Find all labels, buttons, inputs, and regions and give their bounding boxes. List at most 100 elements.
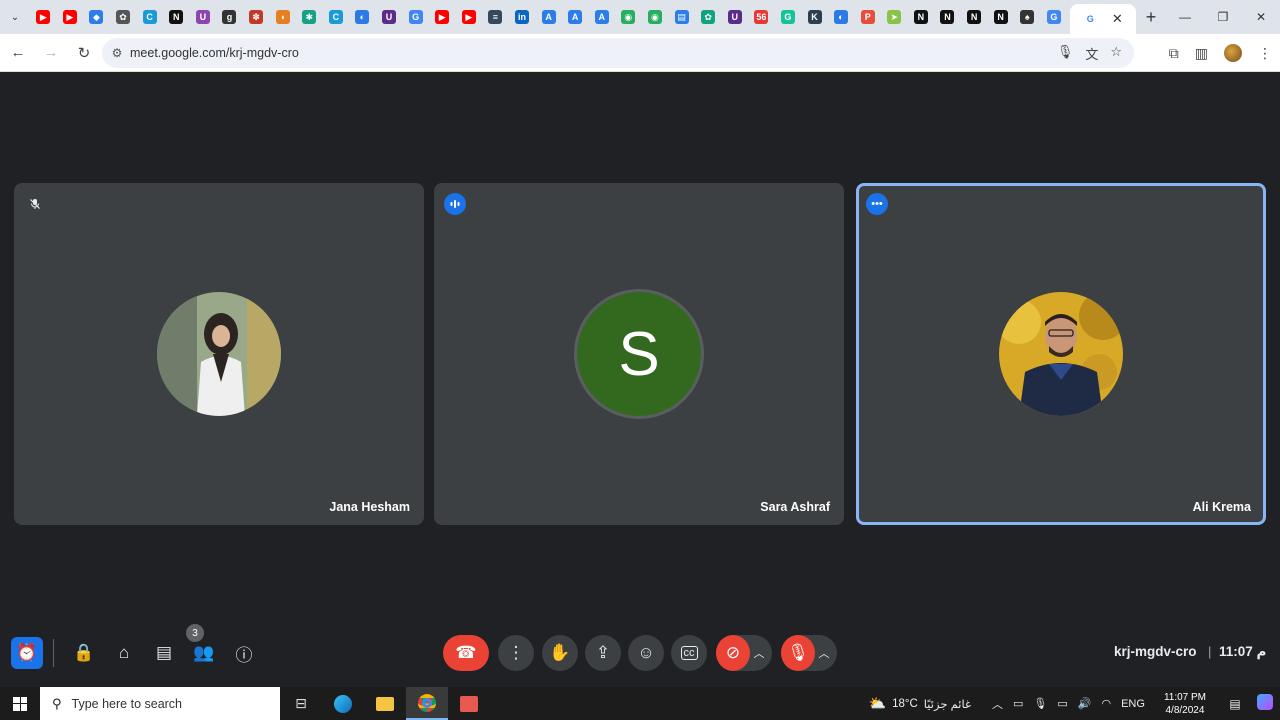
- tab-item[interactable]: U: [190, 0, 217, 34]
- chatgpt-icon: ✿: [116, 10, 131, 24]
- notifications-icon[interactable]: ▤: [1220, 697, 1250, 711]
- tab-item[interactable]: P: [854, 0, 881, 34]
- tab-item[interactable]: C: [136, 0, 163, 34]
- device-icon[interactable]: ▭: [1008, 697, 1028, 710]
- end-call-button[interactable]: ☎: [443, 635, 489, 671]
- translate-icon[interactable]: 文: [1085, 44, 1098, 63]
- file-explorer-icon[interactable]: [364, 687, 406, 720]
- new-tab-button[interactable]: +: [1136, 7, 1166, 28]
- alarm-clock-icon[interactable]: ⏰: [11, 637, 43, 669]
- tab-item[interactable]: ◆: [83, 0, 110, 34]
- mic-toggle-button[interactable]: 🎙: [781, 635, 815, 671]
- tab-item[interactable]: ✽: [243, 0, 270, 34]
- tab-item[interactable]: ◐: [828, 0, 855, 34]
- tab-item[interactable]: N: [987, 0, 1014, 34]
- chrome-icon[interactable]: [406, 687, 448, 720]
- side-panel-icon[interactable]: ▥: [1195, 45, 1208, 62]
- participant-tile-2[interactable]: S Sara Ashraf: [434, 183, 844, 525]
- tab-item[interactable]: A: [562, 0, 589, 34]
- tab-search-button[interactable]: ⌄: [0, 0, 30, 34]
- chevron-up-icon[interactable]: ︿: [987, 696, 1008, 712]
- reactions-button[interactable]: ☺: [628, 635, 664, 671]
- edge-icon[interactable]: [322, 687, 364, 720]
- tab-item[interactable]: ◉: [642, 0, 669, 34]
- minimize-icon[interactable]: —: [1166, 0, 1204, 34]
- present-screen-button[interactable]: ⇪: [585, 635, 621, 671]
- tab-item[interactable]: ➤: [881, 0, 908, 34]
- back-arrow-icon[interactable]: ←: [3, 38, 33, 68]
- address-bar[interactable]: ⚙ meet.google.com/krj-mgdv-cro 🎙 文 ☆: [102, 38, 1134, 68]
- menu-dots-icon[interactable]: ⋮: [1258, 45, 1272, 62]
- forward-arrow-icon[interactable]: →: [36, 38, 66, 68]
- camera-toggle-button[interactable]: ⊘: [716, 635, 750, 671]
- site-info-icon[interactable]: ⚙: [104, 46, 130, 60]
- tab-list: ▶ ▶ ◆ ✿ C N Ug ✽ ◖ ✱ C ◐ U G ▶ ▶ ≡ in A A A ◉ ◉ ▤ ✿ U 56 G K ◐ P ➤ N N N N ♠…: [30, 0, 1070, 34]
- tab-item[interactable]: ✿: [110, 0, 137, 34]
- wifi-icon[interactable]: ◠: [1096, 697, 1116, 710]
- info-icon[interactable]: ⓘ: [229, 635, 259, 671]
- tab-item[interactable]: A: [588, 0, 615, 34]
- tab-item[interactable]: ♠: [1014, 0, 1041, 34]
- tab-item[interactable]: ▤: [668, 0, 695, 34]
- close-icon[interactable]: ✕: [1112, 11, 1123, 27]
- tab-item[interactable]: A: [535, 0, 562, 34]
- tab-item[interactable]: ◉: [615, 0, 642, 34]
- tab-item[interactable]: N: [163, 0, 190, 34]
- tab-item[interactable]: C: [323, 0, 350, 34]
- tab-item[interactable]: ◖: [269, 0, 296, 34]
- app-icon[interactable]: [448, 687, 490, 720]
- tab-item[interactable]: N: [908, 0, 935, 34]
- tab-item[interactable]: K: [801, 0, 828, 34]
- task-view-icon[interactable]: ⊟: [280, 687, 322, 720]
- host-controls-icon[interactable]: 🔒: [69, 635, 99, 671]
- battery-icon[interactable]: ▭: [1052, 697, 1072, 710]
- tab-item[interactable]: N: [934, 0, 961, 34]
- microphone-icon[interactable]: 🎙: [1028, 697, 1052, 710]
- tab-item[interactable]: 56: [748, 0, 775, 34]
- restore-icon[interactable]: ❐: [1204, 0, 1242, 34]
- profile-avatar[interactable]: [1224, 44, 1242, 62]
- activities-icon[interactable]: ⌂: [109, 635, 139, 671]
- tab-item[interactable]: U: [376, 0, 403, 34]
- tab-item[interactable]: ▶: [429, 0, 456, 34]
- tab-item[interactable]: ✱: [296, 0, 323, 34]
- extensions-icon[interactable]: ⧉: [1169, 45, 1179, 62]
- tab-active-meet[interactable]: G ✕: [1070, 4, 1136, 34]
- site-flower-icon: ✽: [249, 10, 264, 24]
- tab-item[interactable]: G: [775, 0, 802, 34]
- tab-item[interactable]: N: [961, 0, 988, 34]
- tab-item[interactable]: g: [216, 0, 243, 34]
- tab-item[interactable]: ▶: [57, 0, 84, 34]
- captions-button[interactable]: cc: [671, 635, 707, 671]
- tab-item[interactable]: G: [402, 0, 429, 34]
- participant-tile-3[interactable]: ••• Ali Krema: [856, 183, 1266, 525]
- participant-tile-1[interactable]: Jana Hesham: [14, 183, 424, 525]
- site-c-icon: C: [328, 10, 343, 24]
- more-options-button[interactable]: ⋮: [498, 635, 534, 671]
- tab-item[interactable]: ◐: [349, 0, 376, 34]
- mic-options-chevron-icon[interactable]: ︿: [811, 635, 837, 671]
- close-window-icon[interactable]: ✕: [1242, 0, 1280, 34]
- tab-item[interactable]: ▶: [456, 0, 483, 34]
- copilot-icon[interactable]: [1250, 694, 1280, 713]
- tab-item[interactable]: U: [721, 0, 748, 34]
- more-options-icon[interactable]: •••: [866, 193, 888, 215]
- tab-item[interactable]: in: [509, 0, 536, 34]
- tab-item[interactable]: ✿: [695, 0, 722, 34]
- raise-hand-button[interactable]: ✋: [542, 635, 578, 671]
- taskbar-clock[interactable]: 11:07 PM 4/8/2024: [1150, 691, 1220, 717]
- tab-item[interactable]: ▶: [30, 0, 57, 34]
- tab-item[interactable]: ≡: [482, 0, 509, 34]
- tab-item[interactable]: G: [1041, 0, 1068, 34]
- chat-icon[interactable]: ▤: [149, 635, 179, 671]
- camera-options-chevron-icon[interactable]: ︿: [746, 635, 772, 671]
- bookmark-star-icon[interactable]: ☆: [1110, 44, 1122, 63]
- volume-icon[interactable]: 🔊: [1073, 697, 1097, 710]
- taskbar-search-box[interactable]: ⚲ Type here to search: [40, 687, 280, 720]
- weather-widget[interactable]: ⛅ 18°C غائم جزئيًا: [869, 695, 971, 712]
- reload-icon[interactable]: ↻: [69, 38, 99, 68]
- microphone-icon[interactable]: 🎙: [1057, 44, 1074, 63]
- start-button[interactable]: [0, 687, 40, 720]
- language-indicator[interactable]: ENG: [1116, 698, 1150, 710]
- url-text[interactable]: meet.google.com/krj-mgdv-cro: [130, 46, 1057, 60]
